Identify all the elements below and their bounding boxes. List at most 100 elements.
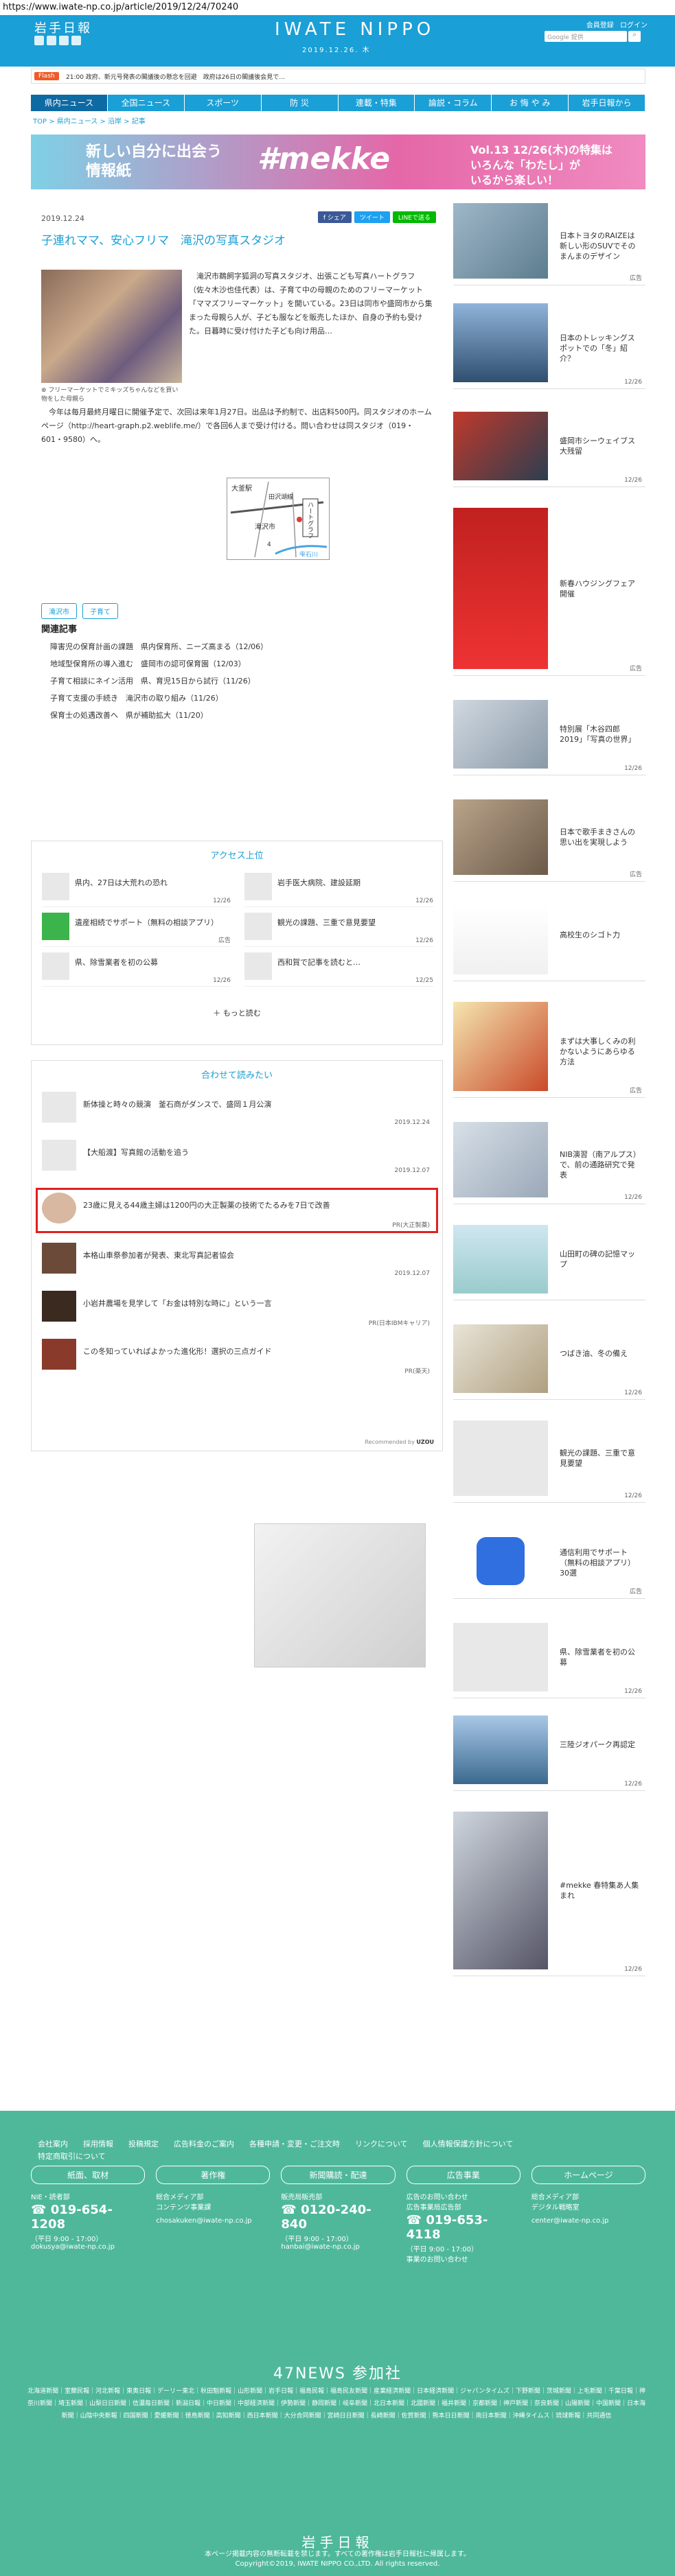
- sidebar-item[interactable]: 通信利用でサポート（無料の相談アプリ）30選 広告: [453, 1523, 645, 1599]
- sidebar-item[interactable]: つばき油、冬の備え 12/26: [453, 1324, 645, 1400]
- contact-mail[interactable]: 事業のお問い合わせ: [407, 2253, 520, 2264]
- recommend-ad-item[interactable]: 23歳に見える44歳主婦は1200円の大正製薬の技術でたるみを7日で改善 PR(大…: [42, 1193, 430, 1230]
- ranking-item[interactable]: 観光の課題、三重で意見要望 12/26: [244, 909, 433, 947]
- footer-link[interactable]: 各種申請・変更・ご注文時: [249, 2138, 340, 2149]
- sidebar-item[interactable]: 日本で歌手まきさんの思い出を実現しよう 広告: [453, 799, 645, 882]
- twitter-icon[interactable]: [59, 36, 69, 45]
- footer-link[interactable]: 採用情報: [83, 2138, 113, 2149]
- facebook-share-button[interactable]: f シェア: [317, 211, 352, 223]
- nav-column[interactable]: 論説・コラム: [415, 95, 492, 111]
- flash-text[interactable]: 21:00 政府、新元号発表の閣議後の懸念を回避 政府は26日の閣議後会見で…: [66, 72, 636, 81]
- phone-number[interactable]: ☎ 0120-240-840: [281, 2203, 395, 2232]
- contact-heading: 紙面、取材: [31, 2166, 146, 2184]
- tag-childcare[interactable]: 子育て: [82, 603, 118, 619]
- tag-takizawa[interactable]: 滝沢市: [41, 603, 77, 619]
- nav-obituary[interactable]: お 悔 や み: [492, 95, 569, 111]
- banner-hashtag: #mekke: [258, 141, 391, 176]
- ad-banner-mekke[interactable]: 新しい自分に出会う 情報紙 #mekke Vol.13 12/26(木)の特集は…: [31, 134, 645, 189]
- search-icon[interactable]: ⌕: [628, 31, 641, 42]
- facebook-icon[interactable]: [47, 36, 56, 45]
- recommend-item[interactable]: この冬知っていればよかった進化形！選択の三点ガイド PR(楽天): [42, 1339, 430, 1380]
- rss-icon[interactable]: [34, 36, 44, 45]
- ranking-item[interactable]: 遺産相続でサポート（無料の相談アプリ） 広告: [42, 909, 231, 947]
- recommend-item[interactable]: 本格山車祭参加者が発表、東北写真記者協会 2019.12.07: [42, 1243, 430, 1284]
- sidebar-item[interactable]: #mekke 春特集あ人集まれ 12/26: [453, 1812, 645, 1976]
- thumbnail: [42, 1092, 76, 1123]
- ranking-box: アクセス上位 県内、27日は大荒れの恐れ 12/26 岩手医大病院、建設延期 12/…: [31, 841, 443, 1045]
- contact-dept: 販売局販売部: [281, 2194, 323, 2201]
- plus-icon: ＋: [213, 1009, 221, 1018]
- sidebar-thumbnail: [453, 1420, 548, 1496]
- related-link[interactable]: 子育て支援の手続き 滝沢市の取り組み（11/26）: [50, 690, 268, 707]
- phone-number[interactable]: ☎ 019-653-4118: [407, 2213, 520, 2242]
- related-link[interactable]: 保育士の処遇改善へ 県が補助拡大（11/20）: [50, 707, 268, 724]
- footer-link[interactable]: 個人情報保護方針について: [423, 2138, 514, 2149]
- instagram-icon[interactable]: [71, 36, 81, 45]
- contact-mail[interactable]: chosakuken@iwate-np.co.jp: [156, 2217, 270, 2225]
- recommend-item[interactable]: 【大船渡】写真館の活動を追う 2019.12.07: [42, 1140, 430, 1181]
- sidebar-item[interactable]: NIB演習（南アルプス）で、前の通路研究で発表 12/26: [453, 1122, 645, 1204]
- sidebar-item[interactable]: 新春ハウジングフェア開催 広告: [453, 508, 645, 676]
- phone-number[interactable]: ☎ 019-654-1208: [31, 2203, 145, 2232]
- contact-heading: 新聞購読・配達: [281, 2166, 396, 2184]
- footer-link[interactable]: 広告料金のご案内: [174, 2138, 234, 2149]
- nav-local-news[interactable]: 県内ニュース: [31, 95, 108, 111]
- ranking-item[interactable]: 岩手医大病院、建設延期 12/26: [244, 869, 433, 907]
- footer-link[interactable]: 特定商取引について: [38, 2151, 106, 2162]
- ranking-item[interactable]: 県、除雪業者を初の公募 12/26: [42, 948, 231, 987]
- sidebar-item[interactable]: 三陸ジオパーク再認定 12/26: [453, 1716, 645, 1791]
- sidebar-item[interactable]: 高校生のシゴト力: [453, 906, 645, 981]
- line-share-button[interactable]: LINEで送る: [392, 211, 436, 223]
- site-logo[interactable]: 岩手日報: [34, 19, 92, 36]
- recommended-by-text: Recommended by: [365, 1439, 415, 1445]
- sidebar-item-title: #mekke 春特集あ人集まれ: [560, 1881, 639, 1900]
- nav-national-news[interactable]: 全国ニュース: [108, 95, 185, 111]
- location-map[interactable]: 大釜駅 田沢湖線 滝沢市 ハートグラフ 雫石川 4: [227, 478, 330, 560]
- related-link[interactable]: 子育て相談にネイン活用 県、育児15日から試行（11/26）: [50, 672, 268, 690]
- contact-hours: （平日 9:00 - 17:00）: [31, 2236, 103, 2243]
- sidebar-item-title: つばき油、冬の備え: [560, 1349, 628, 1358]
- more-link[interactable]: ＋ もっと読む: [32, 1007, 442, 1018]
- contact-mail[interactable]: dokusya@iwate-np.co.jp: [31, 2243, 145, 2251]
- sidebar-item[interactable]: 盛岡市シーウェイブス大残留 12/26: [453, 412, 645, 487]
- contact-mail[interactable]: center@iwate-np.co.jp: [531, 2217, 645, 2225]
- ranking-item[interactable]: 西和賀で記事を読むと… 12/25: [244, 948, 433, 987]
- sidebar-item[interactable]: 日本トヨタのRAIZEは新しい形のSUVでそのまんまのデザイン 広告: [453, 203, 645, 285]
- sidebar-item[interactable]: 山田町の碑の記憶マップ: [453, 1225, 645, 1300]
- ranking-item[interactable]: 県内、27日は大荒れの恐れ 12/26: [42, 869, 231, 907]
- login-link[interactable]: ログイン: [620, 22, 648, 30]
- sidebar-item[interactable]: 県、除雪業者を初の公募 12/26: [453, 1623, 645, 1698]
- nav-series[interactable]: 連載・特集: [339, 95, 415, 111]
- register-link[interactable]: 会員登録: [586, 22, 614, 30]
- footer-link[interactable]: リンクについて: [355, 2138, 408, 2149]
- breadcrumb[interactable]: TOP > 県内ニュース > 沿岸 > 記事: [33, 115, 146, 126]
- sidebar-item-title: 特別展「木谷四郎2019」「写真の世界」: [560, 725, 636, 744]
- ranking-item-title: 西和賀で記事を読むと…: [277, 958, 361, 967]
- manga-ad[interactable]: [254, 1523, 426, 1667]
- contact-column: 新聞購読・配達 販売局販売部 ☎ 0120-240-840 （平日 9:00 - 17…: [281, 2166, 396, 2264]
- 47news-list[interactable]: 北海道新聞｜室蘭民報｜河北新報｜東奥日報｜デーリー東北｜秋田魁新報｜山形新聞｜岩…: [27, 2385, 645, 2422]
- contact-mail[interactable]: hanbai@iwate-np.co.jp: [281, 2243, 395, 2251]
- related-link[interactable]: 地域型保育所の導入進む 盛岡市の認可保育園（12/03）: [50, 655, 268, 672]
- tweet-button[interactable]: ツイート: [354, 211, 390, 223]
- recommend-item[interactable]: 新体操と時々の競演 釜石商がダンスで、盛岡１月公演 2019.12.24: [42, 1092, 430, 1133]
- search-input[interactable]: Google 提供: [545, 31, 627, 42]
- related-link[interactable]: 障害児の保育計画の課題 県内保育所、ニーズ高まる（12/06）: [50, 638, 268, 655]
- sidebar-item[interactable]: 特別展「木谷四郎2019」「写真の世界」 12/26: [453, 700, 645, 775]
- footer-link[interactable]: 投稿規定: [128, 2138, 159, 2149]
- sidebar-item[interactable]: 日本のトレッキングスポットでの「冬」紹介？ 12/26: [453, 303, 645, 389]
- nav-disaster[interactable]: 防 災: [262, 95, 339, 111]
- sidebar-item[interactable]: 観光の課題、三重で意見要望 12/26: [453, 1420, 645, 1503]
- nav-from-nippo[interactable]: 岩手日報から: [569, 95, 645, 111]
- brand-logo[interactable]: IWATE NIPPO: [275, 19, 435, 40]
- photo-caption: ⊕ フリーマーケットでミキッズちゃんなどを買い物をした母親ら: [41, 385, 182, 403]
- sidebar-item-date: 12/26: [624, 1688, 642, 1695]
- sidebar-item-title: 三陸ジオパーク再認定: [560, 1740, 635, 1749]
- flash-news[interactable]: Flash 21:00 政府、新元号発表の閣議後の懸念を回避 政府は26日の閣議…: [31, 69, 645, 84]
- nav-sports[interactable]: スポーツ: [185, 95, 262, 111]
- copyright-notice: 本ページ掲載内容の無断転載を禁じます。すべての著作権は岩手日報社に帰属します。: [205, 2551, 470, 2558]
- main-nav: 県内ニュース 全国ニュース スポーツ 防 災 連載・特集 論説・コラム お 悔 …: [31, 95, 645, 111]
- footer-link[interactable]: 会社案内: [38, 2138, 68, 2149]
- sidebar-item[interactable]: まずは大事しくみの利かないようにあらゆる方法 広告: [453, 1002, 645, 1098]
- recommend-item[interactable]: 小岩井農場を見学して「お金は特別な時に」という一言 PR(日本IBMキャリア): [42, 1291, 430, 1332]
